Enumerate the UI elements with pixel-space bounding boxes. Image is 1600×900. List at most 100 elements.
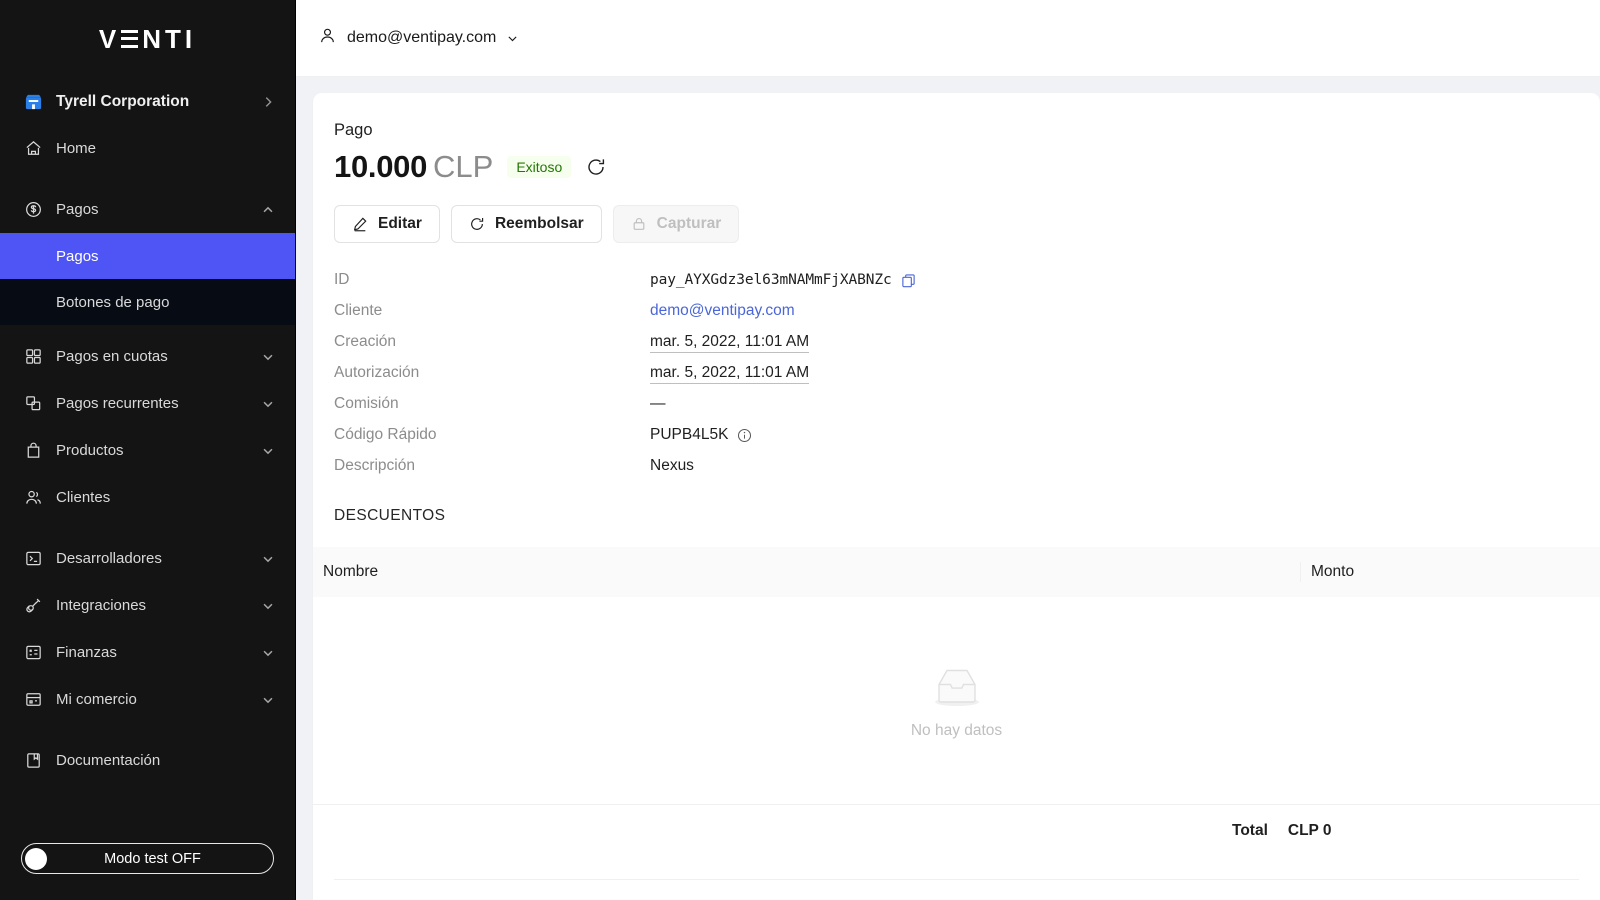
amount-currency: CLP: [433, 149, 494, 184]
sidebar-merchant-label: Tyrell Corporation: [56, 92, 190, 110]
sidebar-subitem-pagos[interactable]: Pagos: [0, 233, 295, 279]
field-value: mar. 5, 2022, 11:01 AM: [650, 364, 810, 384]
table-header-row: Nombre Monto: [313, 547, 1600, 597]
sidebar-submenu-pagos: Pagos Botones de pago: [0, 233, 295, 325]
account-book-icon: [24, 643, 43, 662]
sidebar-item-desarrolladores[interactable]: Desarrolladores: [0, 535, 295, 582]
capture-button-label: Capturar: [656, 215, 722, 232]
lock-icon: [631, 216, 647, 232]
total-label: Total: [1232, 822, 1268, 839]
field-row-autorizacion: Autorización mar. 5, 2022, 11:01 AM: [334, 364, 1579, 395]
sidebar-item-integraciones[interactable]: Integraciones: [0, 582, 295, 629]
total-value: CLP 0: [1287, 822, 1332, 839]
info-circle-icon[interactable]: [737, 428, 752, 443]
sidebar-item-merchant[interactable]: Tyrell Corporation: [0, 78, 295, 125]
chevron-down-icon: [261, 350, 275, 364]
sidebar-item-productos[interactable]: Productos: [0, 427, 295, 474]
nav-divider-gap: [0, 521, 295, 535]
field-row-codigo-rapido: Código Rápido PUPB4L5K: [334, 426, 1579, 457]
chevron-down-icon: [261, 444, 275, 458]
sidebar-item-pagos-recurrentes[interactable]: Pagos recurrentes: [0, 380, 295, 427]
chevron-down-icon: [261, 646, 275, 660]
field-key: Autorización: [334, 364, 420, 381]
user-icon: [318, 26, 337, 50]
action-buttons: Editar Reembolsar Capturar: [334, 205, 1579, 243]
sidebar-item-documentacion[interactable]: Documentación: [0, 737, 295, 784]
field-row-cliente: Cliente demo@ventipay.com: [334, 302, 1579, 333]
refund-button-label: Reembolsar: [494, 215, 584, 232]
sidebar-item-label: Integraciones: [56, 597, 147, 614]
copy-stack-icon: [24, 394, 43, 413]
sidebar-item-label: Desarrolladores: [56, 550, 162, 567]
table-empty-state: No hay datos: [313, 597, 1600, 804]
dollar-circle-icon: [24, 200, 43, 219]
chevron-down-icon: [506, 32, 519, 45]
field-key: ID: [334, 271, 350, 288]
api-icon: [24, 596, 43, 615]
bank-icon: [24, 690, 43, 709]
sidebar-item-label: Documentación: [56, 752, 161, 769]
grid-icon: [24, 347, 43, 366]
sidebar-item-label: Productos: [56, 442, 124, 459]
table-column-nombre: Nombre: [323, 563, 379, 580]
nav-divider-gap: [0, 172, 295, 186]
payment-header: Pago 10.000 CLP Exitoso Editar Reembolsa…: [313, 121, 1600, 525]
sidebar-item-label: Pagos en cuotas: [56, 348, 168, 365]
inbox-icon: [925, 662, 989, 715]
table-column-monto: Monto: [1300, 562, 1600, 582]
sidebar-subitem-label: Botones de pago: [56, 293, 170, 311]
authorization-date-value[interactable]: mar. 5, 2022, 11:01 AM: [650, 364, 810, 384]
user-menu[interactable]: demo@ventipay.com: [318, 26, 519, 50]
sidebar-nav: Tyrell Corporation Home Pagos Pagos Boto…: [0, 78, 295, 843]
sidebar-item-label: Mi comercio: [56, 691, 137, 708]
copy-icon[interactable]: [901, 273, 916, 288]
status-badge: Exitoso: [507, 156, 572, 178]
refund-button[interactable]: Reembolsar: [450, 205, 602, 243]
customer-email-link[interactable]: demo@ventipay.com: [650, 302, 795, 320]
capture-button[interactable]: Capturar: [612, 205, 740, 243]
chevron-down-icon: [261, 599, 275, 613]
sidebar-item-home[interactable]: Home: [0, 125, 295, 172]
discounts-section-title: DESCUENTOS: [334, 507, 446, 524]
home-icon: [24, 139, 43, 158]
nav-gap: [0, 325, 295, 333]
payment-method-section: MÉTODO DE PAGO: [313, 879, 1600, 900]
edit-button[interactable]: Editar: [334, 205, 440, 243]
users-icon: [24, 488, 43, 507]
creation-date-value[interactable]: mar. 5, 2022, 11:01 AM: [650, 333, 810, 353]
table-footer-row: Total CLP 0: [313, 804, 1600, 857]
empty-state-text: No hay datos: [910, 721, 1003, 739]
sidebar-item-pagos-en-cuotas[interactable]: Pagos en cuotas: [0, 333, 295, 380]
sidebar-item-clientes[interactable]: Clientes: [0, 474, 295, 521]
field-key: Código Rápido: [334, 426, 437, 443]
field-value: mar. 5, 2022, 11:01 AM: [650, 333, 810, 353]
sidebar-subitem-label: Pagos: [56, 247, 99, 265]
field-row-descripcion: Descripción Nexus: [334, 457, 1579, 488]
sidebar-item-mi-comercio[interactable]: Mi comercio: [0, 676, 295, 723]
refresh-icon[interactable]: [585, 156, 607, 178]
quick-code-value: PUPB4L5K: [650, 426, 729, 443]
venti-e-glyph-icon: [121, 30, 139, 48]
test-mode-toggle[interactable]: Modo test OFF: [21, 843, 274, 874]
description-value: Nexus: [650, 457, 694, 474]
sidebar-footer: Modo test OFF: [0, 843, 295, 900]
field-key: Comisión: [334, 395, 399, 412]
user-email-label: demo@ventipay.com: [347, 29, 497, 46]
field-value: PUPB4L5K: [650, 426, 752, 444]
sidebar-item-label: Clientes: [56, 489, 111, 506]
field-key: Creación: [334, 333, 397, 350]
content-scroll-area: Pago 10.000 CLP Exitoso Editar Reembolsa…: [296, 77, 1600, 900]
sidebar-item-pagos[interactable]: Pagos: [0, 186, 295, 233]
amount-row: 10.000 CLP Exitoso: [334, 149, 1579, 185]
section-divider: [334, 879, 1579, 880]
brand-logo[interactable]: V NTI: [0, 0, 295, 78]
sidebar-item-finanzas[interactable]: Finanzas: [0, 629, 295, 676]
app-root: V NTI Tyrell Corporation Home Pagos Pago…: [0, 0, 1600, 900]
shop-icon: [24, 92, 43, 111]
sidebar-subitem-botones-de-pago[interactable]: Botones de pago: [0, 279, 295, 325]
nav-divider-gap: [0, 723, 295, 737]
field-key: Cliente: [334, 302, 383, 319]
chevron-up-icon: [261, 203, 275, 217]
field-row-id: ID pay_AYXGdz3el63mNAMmFjXABNZc: [334, 271, 1579, 302]
bag-icon: [24, 441, 43, 460]
